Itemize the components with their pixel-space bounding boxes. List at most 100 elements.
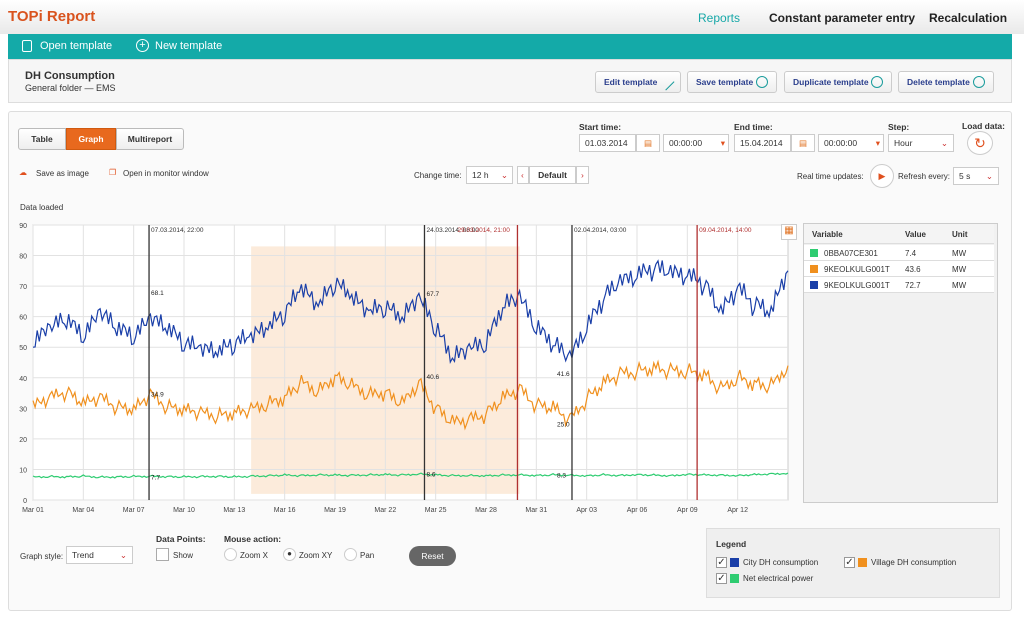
color-swatch bbox=[810, 249, 818, 257]
marker-label: 07.03.2014, 22:00 bbox=[151, 227, 204, 234]
load-data-label: Load data: bbox=[962, 121, 1005, 131]
refresh-value: 5 s bbox=[959, 171, 971, 181]
header-value: Value bbox=[905, 230, 926, 239]
refresh-label: Refresh every: bbox=[898, 172, 951, 181]
duplicate-template-button[interactable]: Duplicate template bbox=[784, 71, 892, 93]
variable-cell: 0BBA07CE301 bbox=[824, 249, 878, 258]
graph-style-label: Graph style: bbox=[20, 552, 64, 561]
mouse-action-label: Mouse action: bbox=[224, 534, 282, 544]
table-row[interactable]: 9KEOLKULG001T 43.6 MW bbox=[804, 261, 994, 277]
marker-value: 8.6 bbox=[426, 472, 435, 479]
legend-label: Net electrical power bbox=[743, 574, 814, 583]
y-tick-label: 50 bbox=[19, 345, 27, 352]
legend-title: Legend bbox=[716, 539, 747, 549]
step-value: Hour bbox=[894, 138, 913, 148]
y-tick-label: 60 bbox=[19, 315, 27, 322]
zoom-xy-radio[interactable]: ● bbox=[283, 548, 296, 561]
variable-cell: 9KEOLKULG001T bbox=[824, 265, 890, 274]
y-tick-label: 80 bbox=[19, 254, 27, 261]
marker-label: 02.04.2014, 03:00 bbox=[574, 227, 627, 234]
refresh-select[interactable]: 5 s ⌄ bbox=[953, 167, 999, 185]
nav-recalculation[interactable]: Recalculation bbox=[929, 11, 1007, 25]
marker-value: 67.7 bbox=[426, 291, 439, 298]
table-row[interactable]: 9KEOLKULG001T 72.7 MW bbox=[804, 277, 994, 293]
reload-button[interactable]: ↻ bbox=[967, 131, 993, 155]
graph-style-select[interactable]: Trend ⌄ bbox=[66, 546, 133, 564]
step-label: Step: bbox=[888, 122, 910, 132]
show-label: Show bbox=[173, 551, 194, 560]
realtime-label: Real time updates: bbox=[797, 172, 864, 181]
x-tick-label: Mar 19 bbox=[324, 507, 346, 514]
end-time-input[interactable]: 00:00:00 ▾ bbox=[818, 134, 884, 152]
trend-chart[interactable]: 0 10 20 30 40 50 60 70 80 90 Mar 01 Mar 04 Mar 07 Mar… bbox=[0, 0, 800, 520]
marker-label: 29.03.2014, 21:00 bbox=[457, 227, 510, 234]
data-points-label: Data Points: bbox=[156, 534, 206, 544]
header-variable: Variable bbox=[812, 230, 843, 239]
marker-value: 25.0 bbox=[557, 422, 570, 429]
y-tick-label: 90 bbox=[19, 223, 27, 230]
play-button[interactable]: ▶ bbox=[870, 164, 894, 188]
legend-swatch bbox=[730, 558, 739, 567]
marker-value: 34.9 bbox=[151, 391, 164, 398]
pan-radio[interactable] bbox=[344, 548, 357, 561]
marker-value: 7.7 bbox=[151, 474, 160, 481]
header-unit: Unit bbox=[952, 230, 968, 239]
reset-button[interactable]: Reset bbox=[409, 546, 456, 566]
x-tick-label: Mar 01 bbox=[22, 507, 44, 514]
table-toggle-icon[interactable]: ▦ bbox=[781, 224, 797, 240]
x-tick-label: Mar 31 bbox=[525, 507, 547, 514]
x-tick-label: Apr 09 bbox=[677, 507, 698, 514]
x-tick-label: Mar 25 bbox=[425, 507, 447, 514]
graph-style-value: Trend bbox=[72, 550, 94, 560]
x-tick-label: Mar 16 bbox=[274, 507, 296, 514]
variable-cell: 9KEOLKULG001T bbox=[824, 281, 890, 290]
legend-checkbox[interactable]: ✓ bbox=[844, 557, 855, 568]
legend-checkbox[interactable]: ✓ bbox=[716, 557, 727, 568]
x-tick-label: Mar 22 bbox=[374, 507, 396, 514]
table-row[interactable]: 0BBA07CE301 7.4 MW bbox=[804, 245, 994, 261]
y-tick-label: 70 bbox=[19, 284, 27, 291]
zoom-x-label: Zoom X bbox=[240, 551, 269, 560]
legend-label: City DH consumption bbox=[743, 558, 819, 567]
chevron-down-icon: ⌄ bbox=[119, 550, 127, 560]
legend-label: Village DH consumption bbox=[871, 558, 957, 567]
marker-label: 09.04.2014, 14:00 bbox=[699, 227, 752, 234]
step-select[interactable]: Hour ⌄ bbox=[888, 134, 954, 152]
y-tick-label: 0 bbox=[23, 498, 27, 505]
x-tick-label: Mar 10 bbox=[173, 507, 195, 514]
y-tick-label: 30 bbox=[19, 406, 27, 413]
marker-value: 40.6 bbox=[426, 374, 439, 381]
x-tick-label: Mar 04 bbox=[72, 507, 94, 514]
delete-label: Delete template bbox=[907, 77, 970, 87]
duplicate-label: Duplicate template bbox=[793, 77, 869, 87]
download-icon bbox=[871, 76, 883, 88]
minus-circle-icon bbox=[973, 76, 985, 88]
legend: Legend ✓ City DH consumption ✓ Village DH… bbox=[706, 528, 1000, 598]
x-tick-label: Apr 06 bbox=[627, 507, 648, 514]
marker-value: 41.6 bbox=[557, 371, 570, 378]
y-tick-label: 20 bbox=[19, 437, 27, 444]
x-tick-label: Apr 12 bbox=[727, 507, 748, 514]
x-tick-label: Mar 07 bbox=[123, 507, 145, 514]
end-time-value: 00:00:00 bbox=[824, 138, 858, 148]
unit-cell: MW bbox=[952, 281, 967, 290]
legend-swatch bbox=[858, 558, 867, 567]
chevron-down-icon: ⌄ bbox=[985, 171, 993, 181]
show-checkbox[interactable] bbox=[156, 548, 169, 561]
value-cell: 43.6 bbox=[905, 265, 921, 274]
unit-cell: MW bbox=[952, 265, 967, 274]
zoom-x-radio[interactable] bbox=[224, 548, 237, 561]
values-table: Variable Value Unit 0BBA07CE301 7.4 MW 9… bbox=[803, 223, 998, 503]
y-tick-label: 40 bbox=[19, 376, 27, 383]
value-cell: 7.4 bbox=[905, 249, 917, 258]
caret-down-icon: ▾ bbox=[875, 138, 880, 148]
x-tick-label: Mar 28 bbox=[475, 507, 497, 514]
color-swatch bbox=[810, 281, 818, 289]
delete-template-button[interactable]: Delete template bbox=[898, 71, 994, 93]
unit-cell: MW bbox=[952, 249, 967, 258]
y-tick-label: 10 bbox=[19, 467, 27, 474]
legend-checkbox[interactable]: ✓ bbox=[716, 573, 727, 584]
chevron-down-icon: ⌄ bbox=[940, 138, 948, 148]
color-swatch bbox=[810, 265, 818, 273]
zoom-xy-label: Zoom XY bbox=[299, 551, 333, 560]
